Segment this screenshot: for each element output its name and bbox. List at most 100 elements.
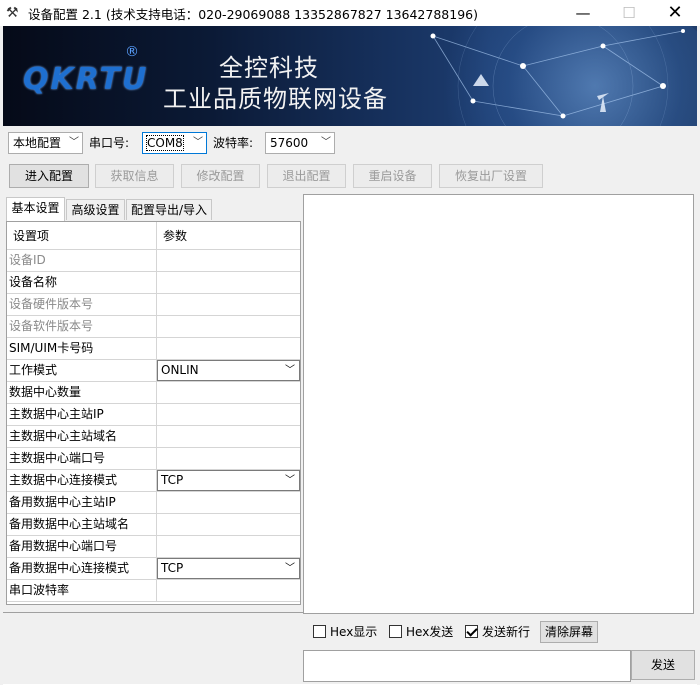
primary-conn-mode-value: TCP [161, 473, 184, 487]
port-select[interactable]: COM8 ﹀ [142, 132, 207, 154]
send-newline-checkbox[interactable]: 发送新行 [465, 624, 530, 640]
device-name-field[interactable] [157, 272, 300, 293]
settings-grid: 设置项 参数 设备ID 设备名称 设备硬件版本号 设备软件版本号 SIM/UIM… [6, 221, 301, 605]
minimize-button[interactable]: — [560, 0, 606, 26]
row-label: 设备软件版本号 [7, 316, 157, 337]
row-label: 数据中心数量 [7, 382, 157, 403]
settings-pane: 基本设置 高级设置 配置导出/导入 设置项 参数 设备ID 设备名称 设备硬件版… [3, 194, 303, 684]
chevron-down-icon: ﹀ [285, 365, 295, 376]
port-value: COM8 [146, 135, 184, 151]
chevron-down-icon: ﹀ [285, 563, 295, 574]
checkmark-icon [465, 625, 478, 638]
hardware-version-field[interactable] [157, 294, 300, 315]
clear-screen-button[interactable]: 清除屏幕 [540, 621, 598, 643]
chevron-down-icon: ﹀ [193, 137, 203, 148]
table-row: 设备软件版本号 [7, 316, 300, 338]
work-mode-select[interactable]: ONLIN ﹀ [157, 360, 300, 381]
restart-device-button[interactable]: 重启设备 [353, 164, 432, 188]
chevron-down-icon: ﹀ [321, 137, 331, 148]
primary-port-field[interactable] [157, 448, 300, 469]
port-label: 串口号: [89, 136, 130, 150]
row-label: 设备ID [7, 250, 157, 271]
backup-conn-mode-cell: TCP ﹀ [157, 558, 300, 579]
toolbar: 本地配置 ﹀ 串口号: COM8 ﹀ 波特率: 57600 ﹀ 进入配置 获取信… [3, 126, 697, 194]
backup-domain-field[interactable] [157, 514, 300, 535]
hex-send-label: Hex发送 [406, 625, 454, 639]
header-banner: QKRTU ® 全控科技 工业品质物联网设备 [3, 26, 697, 126]
row-label: 主数据中心主站域名 [7, 426, 157, 447]
primary-ip-field[interactable] [157, 404, 300, 425]
row-label: 工作模式 [7, 360, 157, 381]
table-row: 备用数据中心主站域名 [7, 514, 300, 536]
row-label: 设备硬件版本号 [7, 294, 157, 315]
window-title: 设备配置 2.1 (技术支持电话：020-29069088 1335286782… [28, 7, 478, 22]
tab-basic-settings[interactable]: 基本设置 [6, 197, 65, 221]
backup-ip-field[interactable] [157, 492, 300, 513]
enter-config-button[interactable]: 进入配置 [9, 164, 89, 188]
company-logo: QKRTU [23, 62, 149, 97]
close-button[interactable]: ✕ [652, 0, 698, 26]
row-label: 主数据中心端口号 [7, 448, 157, 469]
registered-mark: ® [125, 44, 139, 60]
checkbox-box [389, 625, 402, 638]
baud-select[interactable]: 57600 ﹀ [265, 132, 335, 154]
table-row: 主数据中心主站域名 [7, 426, 300, 448]
output-pane: Hex显示 Hex发送 发送新行 清除屏幕 发送 [303, 194, 697, 684]
wrench-tools-icon: ⚒ [6, 5, 19, 21]
checkbox-box [313, 625, 326, 638]
row-label: 备用数据中心主站IP [7, 492, 157, 513]
hex-display-label: Hex显示 [330, 625, 378, 639]
data-center-count-field[interactable] [157, 382, 300, 403]
row-label: 备用数据中心主站域名 [7, 514, 157, 535]
sim-number-field[interactable] [157, 338, 300, 359]
maximize-button[interactable]: ☐ [606, 0, 652, 26]
hex-send-checkbox[interactable]: Hex发送 [389, 624, 453, 640]
row-label: 串口波特率 [7, 580, 157, 601]
row-label: 主数据中心主站IP [7, 404, 157, 425]
company-name: 全控科技 [219, 54, 319, 82]
work-mode-value: ONLIN [161, 363, 199, 377]
exit-config-button[interactable]: 退出配置 [267, 164, 346, 188]
table-row: SIM/UIM卡号码 [7, 338, 300, 360]
table-row: 主数据中心连接模式 TCP ﹀ [7, 470, 300, 492]
config-mode-select[interactable]: 本地配置 ﹀ [8, 132, 83, 154]
backup-conn-mode-value: TCP [161, 561, 184, 575]
row-label: 备用数据中心端口号 [7, 536, 157, 557]
row-label: 备用数据中心连接模式 [7, 558, 157, 579]
send-button[interactable]: 发送 [631, 650, 695, 680]
row-label: 设备名称 [7, 272, 157, 293]
device-id-field[interactable] [157, 250, 300, 271]
config-mode-value: 本地配置 [13, 136, 62, 150]
modify-config-button[interactable]: 修改配置 [181, 164, 260, 188]
tab-config-export-import[interactable]: 配置导出/导入 [126, 199, 212, 220]
left-status-area [3, 612, 303, 684]
primary-conn-mode-cell: TCP ﹀ [157, 470, 300, 491]
primary-domain-field[interactable] [157, 426, 300, 447]
backup-conn-mode-select[interactable]: TCP ﹀ [157, 558, 300, 579]
get-info-button[interactable]: 获取信息 [95, 164, 174, 188]
tab-advanced-settings[interactable]: 高级设置 [66, 199, 125, 220]
table-row: 数据中心数量 [7, 382, 300, 404]
table-row: 主数据中心端口号 [7, 448, 300, 470]
serial-baud-field[interactable] [157, 580, 300, 601]
grid-header: 设置项 参数 [7, 222, 300, 250]
factory-reset-button[interactable]: 恢复出厂设置 [439, 164, 543, 188]
software-version-field[interactable] [157, 316, 300, 337]
send-input[interactable] [303, 650, 631, 682]
table-row: 备用数据中心主站IP [7, 492, 300, 514]
serial-output-textbox[interactable] [303, 194, 694, 614]
chevron-down-icon: ﹀ [285, 475, 295, 486]
chevron-down-icon: ﹀ [69, 137, 79, 148]
table-row: 备用数据中心连接模式 TCP ﹀ [7, 558, 300, 580]
header-setting-item: 设置项 [7, 222, 157, 249]
company-slogan: 工业品质物联网设备 [163, 85, 388, 113]
send-newline-label: 发送新行 [482, 625, 531, 639]
header-parameter: 参数 [163, 229, 188, 243]
output-options: Hex显示 Hex发送 发送新行 清除屏幕 [303, 616, 697, 648]
table-row: 串口波特率 [7, 580, 300, 602]
table-row: 工作模式 ONLIN ﹀ [7, 360, 300, 382]
table-row: 备用数据中心端口号 [7, 536, 300, 558]
primary-conn-mode-select[interactable]: TCP ﹀ [157, 470, 300, 491]
hex-display-checkbox[interactable]: Hex显示 [313, 624, 377, 640]
backup-port-field[interactable] [157, 536, 300, 557]
